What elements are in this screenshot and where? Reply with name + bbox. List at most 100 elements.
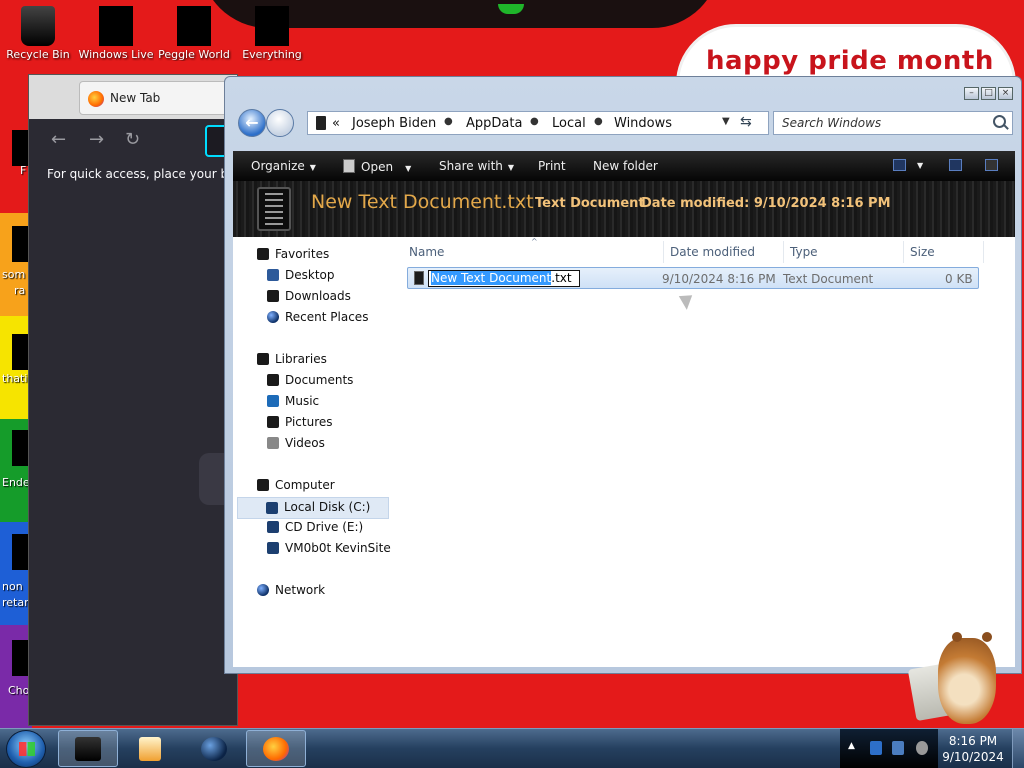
breadcrumb-joseph-biden[interactable]: Joseph Biden xyxy=(352,116,436,131)
pictures-icon xyxy=(267,416,279,428)
desktop-icon xyxy=(267,269,279,281)
taskbar-firefox[interactable] xyxy=(246,730,306,767)
details-date-modified: Date modified: 9/10/2024 8:16 PM xyxy=(641,196,891,211)
command-bar: Organize ▼ Open ▼ Share with ▼ Print New fo… xyxy=(233,151,1015,181)
new-folder-button[interactable]: New folder xyxy=(593,159,658,173)
breadcrumb-separator-icon[interactable]: ● xyxy=(594,116,603,127)
firefox-icon xyxy=(88,91,104,107)
everything-icon xyxy=(255,6,289,46)
breadcrumb-local[interactable]: Local xyxy=(552,116,586,131)
explorer-window: – □ × ← « Joseph Biden ● AppData ● Local… xyxy=(224,76,1022,674)
back-button[interactable]: ← xyxy=(238,109,266,137)
music-icon xyxy=(267,395,279,407)
nav-favorites[interactable]: Favorites xyxy=(257,247,329,261)
breadcrumb-separator-icon[interactable]: ● xyxy=(530,116,539,127)
change-view-icon[interactable] xyxy=(893,159,906,171)
clock-time: 8:16 PM xyxy=(948,734,998,748)
breadcrumb-appdata[interactable]: AppData xyxy=(466,116,522,131)
chevron-down-icon: ▼ xyxy=(405,164,412,173)
windows-live-icon xyxy=(99,6,133,46)
explorer-icon xyxy=(75,737,101,761)
clock[interactable]: 8:16 PM 9/10/2024 xyxy=(940,733,1006,765)
refresh-icon[interactable]: ⇆ xyxy=(740,114,752,130)
reload-icon[interactable]: ↻ xyxy=(125,129,140,150)
maximize-button[interactable]: □ xyxy=(981,87,996,100)
nav-recent-places[interactable]: Recent Places xyxy=(267,310,368,324)
firefox-icon xyxy=(263,737,289,761)
open-button[interactable]: Open ▼ xyxy=(343,159,411,174)
forward-button[interactable] xyxy=(266,109,294,137)
tray-app-icon[interactable] xyxy=(870,741,882,755)
nav-desktop[interactable]: Desktop xyxy=(267,268,335,282)
start-button[interactable] xyxy=(6,730,46,768)
desktop-icon-windows-live[interactable]: Windows Live xyxy=(78,4,154,61)
column-divider[interactable] xyxy=(983,241,984,263)
browser-tab-new-tab[interactable]: New Tab xyxy=(79,81,229,115)
column-header-size[interactable]: Size xyxy=(910,245,935,259)
taskbar-globe[interactable] xyxy=(184,730,244,767)
preview-pane-icon[interactable] xyxy=(949,159,962,171)
forward-arrow-icon[interactable]: → xyxy=(89,129,104,150)
desktop-icon-recycle-bin[interactable]: Recycle Bin xyxy=(0,4,76,61)
address-row: ← « Joseph Biden ● AppData ● Local ● Win… xyxy=(235,107,1015,141)
search-placeholder: Search Windows xyxy=(782,116,882,130)
minimize-button[interactable]: – xyxy=(964,87,979,100)
show-hidden-icons-icon[interactable]: ▲ xyxy=(848,741,855,751)
taskbar-explorer[interactable] xyxy=(58,730,118,767)
nav-computer[interactable]: Computer xyxy=(257,478,335,492)
address-bar[interactable]: « Joseph Biden ● AppData ● Local ● Windo… xyxy=(307,111,769,135)
chevron-down-icon[interactable]: ▼ xyxy=(722,116,730,127)
nav-cd-drive[interactable]: CD Drive (E:) xyxy=(267,520,363,534)
chevron-down-icon[interactable]: ▼ xyxy=(917,161,923,170)
chevron-down-icon: ▼ xyxy=(309,163,316,172)
cd-drive-icon xyxy=(267,521,279,533)
nav-documents[interactable]: Documents xyxy=(267,373,353,387)
peggle-world-icon xyxy=(177,6,211,46)
help-icon[interactable] xyxy=(985,159,998,171)
column-divider[interactable] xyxy=(903,241,904,263)
hamster-mascot-icon xyxy=(907,628,1002,728)
file-type: Text Document xyxy=(783,272,874,286)
desktop-icon-peggle-world[interactable]: Peggle World xyxy=(156,4,232,61)
search-icon[interactable] xyxy=(993,115,1006,128)
back-arrow-icon[interactable]: ← xyxy=(51,129,66,150)
rename-input[interactable]: New Text Document.txt xyxy=(428,270,580,287)
column-header-date-modified[interactable]: Date modified xyxy=(670,245,755,259)
column-header-name[interactable]: Name xyxy=(409,245,444,259)
volume-icon[interactable] xyxy=(916,741,928,755)
taskbar-media-player[interactable] xyxy=(120,730,180,767)
browser-tab-bar: New Tab xyxy=(29,75,237,119)
breadcrumb-overflow[interactable]: « xyxy=(332,116,340,131)
organize-button[interactable]: Organize ▼ xyxy=(251,159,316,173)
column-divider[interactable] xyxy=(783,241,784,263)
nav-vm-site[interactable]: VM0b0t KevinSite xyxy=(267,541,391,555)
show-desktop-button[interactable] xyxy=(1012,729,1024,768)
nav-local-disk[interactable]: Local Disk (C:) xyxy=(237,497,389,519)
print-button[interactable]: Print xyxy=(538,159,566,173)
nav-downloads[interactable]: Downloads xyxy=(267,289,351,303)
breadcrumb-separator-icon[interactable]: ● xyxy=(444,116,453,127)
nav-pictures[interactable]: Pictures xyxy=(267,415,333,429)
recycle-bin-icon xyxy=(21,6,55,46)
videos-icon xyxy=(267,437,279,449)
nav-music[interactable]: Music xyxy=(267,394,319,408)
nav-videos[interactable]: Videos xyxy=(267,436,325,450)
documents-icon xyxy=(267,374,279,386)
column-header-type[interactable]: Type xyxy=(790,245,818,259)
search-input[interactable]: Search Windows xyxy=(773,111,1013,135)
breadcrumb-windows[interactable]: Windows xyxy=(614,116,672,131)
nav-libraries[interactable]: Libraries xyxy=(257,352,327,366)
details-pane: New Text Document.txt Text Document Date… xyxy=(233,181,1015,237)
network-status-icon[interactable] xyxy=(892,741,904,755)
desktop-icon-everything[interactable]: Everything xyxy=(234,4,310,61)
file-row[interactable]: New Text Document.txt 9/10/2024 8:16 PM … xyxy=(407,267,979,289)
details-file-type: Text Document xyxy=(535,196,645,211)
nav-network[interactable]: Network xyxy=(257,583,325,597)
network-icon xyxy=(257,584,269,596)
computer-icon xyxy=(257,479,269,491)
close-button[interactable]: × xyxy=(998,87,1013,100)
column-divider[interactable] xyxy=(663,241,664,263)
media-player-icon xyxy=(139,737,161,761)
browser-window[interactable]: New Tab ← → ↻ For quick access, place yo… xyxy=(28,74,259,726)
share-with-button[interactable]: Share with ▼ xyxy=(439,159,514,173)
